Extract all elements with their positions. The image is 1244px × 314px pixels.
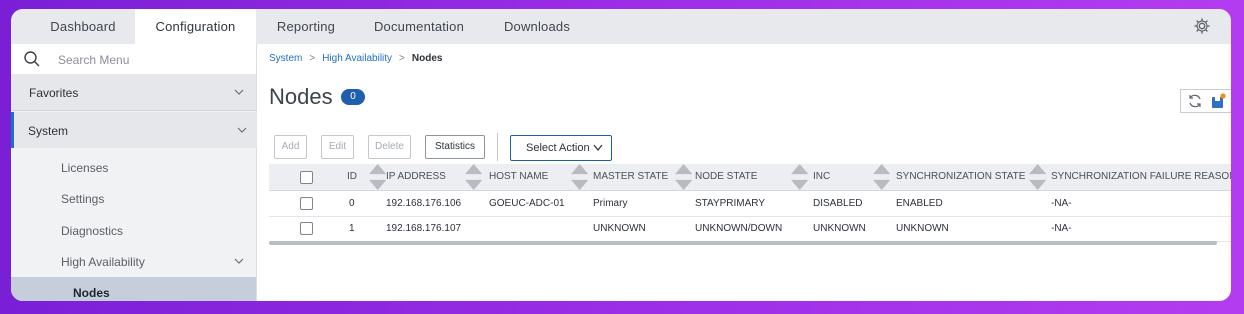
table-row[interactable]: 0 192.168.176.106 GOEUC-ADC-01 Primary S… <box>269 191 1231 217</box>
sidebar-item-label: Diagnostics <box>61 224 124 238</box>
tab-configuration[interactable]: Configuration <box>135 9 256 44</box>
column-header-ip-address[interactable]: IP ADDRESS <box>386 164 446 190</box>
breadcrumb-high-availability[interactable]: High Availability <box>322 53 392 64</box>
cell-synchronization-failure-reason: -NA- <box>1051 198 1072 209</box>
gear-icon[interactable] <box>1193 17 1211 35</box>
sidebar-item-label: Nodes <box>73 286 110 300</box>
main-content: System > High Availability > Nodes Nodes 0 A… <box>257 44 1231 301</box>
app-window: Dashboard Configuration Reporting Docume… <box>11 9 1231 301</box>
sidebar-item-label: Settings <box>61 192 105 206</box>
chevron-down-icon <box>234 89 244 95</box>
row-checkbox[interactable] <box>300 197 313 210</box>
breadcrumb-separator: > <box>399 53 405 64</box>
delete-button[interactable]: Delete <box>368 135 411 159</box>
breadcrumb-separator: > <box>309 53 316 64</box>
sidebar-item-nodes[interactable]: Nodes <box>11 277 256 301</box>
sort-icon <box>791 164 809 190</box>
cell-id: 1 <box>349 223 355 234</box>
statistics-button[interactable]: Statistics <box>425 135 485 159</box>
cell-master-state: Primary <box>593 198 628 209</box>
tab-downloads[interactable]: Downloads <box>493 9 581 44</box>
sort-icon <box>873 164 891 190</box>
chevron-down-icon <box>237 127 247 133</box>
sidebar-item-label: Favorites <box>29 86 79 100</box>
select-action-label: Select Action <box>526 142 590 154</box>
sidebar-item-settings[interactable]: Settings <box>11 183 256 213</box>
sidebar: Favorites System Licenses Settings Diagn… <box>11 44 259 301</box>
column-header-node-state[interactable]: NODE STATE <box>695 164 757 190</box>
export-icon[interactable] <box>1210 93 1226 109</box>
tab-reporting[interactable]: Reporting <box>266 9 346 44</box>
sidebar-item-system[interactable]: System <box>11 112 259 148</box>
add-button[interactable]: Add <box>274 135 307 159</box>
search-icon <box>24 51 40 67</box>
column-header-master-state[interactable]: MASTER STATE <box>593 164 668 190</box>
page-action-icons <box>1180 89 1231 113</box>
toolbar-divider <box>497 133 498 161</box>
top-navigation: Dashboard Configuration Reporting Docume… <box>11 9 1231 45</box>
sort-icon <box>369 164 387 190</box>
edit-button[interactable]: Edit <box>321 135 354 159</box>
row-checkbox[interactable] <box>300 222 313 235</box>
horizontal-scrollbar[interactable] <box>269 241 1217 245</box>
sidebar-item-label: High Availability <box>61 255 145 269</box>
column-header-inc[interactable]: INC <box>813 164 830 190</box>
count-badge: 0 <box>341 89 365 105</box>
cell-synchronization-state: ENABLED <box>896 198 943 209</box>
page-title: Nodes <box>269 84 333 109</box>
sidebar-item-licenses[interactable]: Licenses <box>11 152 256 182</box>
table-row[interactable]: 1 192.168.176.107 UNKNOWN UNKNOWN/DOWN U… <box>269 216 1231 242</box>
breadcrumb-nodes: Nodes <box>411 53 443 64</box>
refresh-icon[interactable] <box>1187 93 1203 109</box>
column-header-id[interactable]: ID <box>347 164 357 190</box>
cell-inc: DISABLED <box>813 198 863 209</box>
select-all-checkbox[interactable] <box>300 171 313 184</box>
cell-id: 0 <box>349 198 355 209</box>
sidebar-item-high-availability[interactable]: High Availability <box>11 246 256 276</box>
sidebar-item-label: System <box>28 124 69 138</box>
column-header-host-name[interactable]: HOST NAME <box>489 164 548 190</box>
column-header-synchronization-state[interactable]: SYNCHRONIZATION STATE <box>896 164 1025 190</box>
cell-node-state: UNKNOWN/DOWN <box>695 223 783 234</box>
sort-icon <box>571 164 589 190</box>
select-action-dropdown[interactable]: Select Action <box>510 135 612 161</box>
search-input[interactable] <box>56 50 245 70</box>
chevron-down-icon <box>234 258 244 264</box>
search-bar <box>11 44 256 75</box>
cell-ip-address: 192.168.176.106 <box>386 198 462 209</box>
tab-dashboard[interactable]: Dashboard <box>31 9 135 44</box>
tab-documentation[interactable]: Documentation <box>363 9 475 44</box>
cell-synchronization-failure-reason: -NA- <box>1051 223 1072 234</box>
column-header-synchronization-failure-reason[interactable]: SYNCHRONIZATION FAILURE REASON <box>1051 164 1231 190</box>
cell-inc: UNKNOWN <box>813 223 866 234</box>
sort-icon <box>465 164 483 190</box>
cell-master-state: UNKNOWN <box>593 223 646 234</box>
sidebar-item-label: Licenses <box>61 161 109 175</box>
sort-icon <box>1029 164 1047 190</box>
sidebar-item-diagnostics[interactable]: Diagnostics <box>11 215 256 245</box>
sidebar-item-favorites[interactable]: Favorites <box>11 74 256 111</box>
sort-icon <box>675 164 693 190</box>
table-header: ID IP ADDRESS HOST NAME MASTER STATE NOD… <box>269 164 1231 191</box>
breadcrumb-system[interactable]: System <box>269 53 302 64</box>
cell-ip-address: 192.168.176.107 <box>386 223 462 234</box>
cell-node-state: STAYPRIMARY <box>695 198 766 209</box>
cell-synchronization-state: UNKNOWN <box>896 223 949 234</box>
breadcrumb: System > High Availability > Nodes <box>269 53 442 64</box>
cell-host-name: GOEUC-ADC-01 <box>489 198 565 209</box>
chevron-down-icon <box>593 144 603 151</box>
